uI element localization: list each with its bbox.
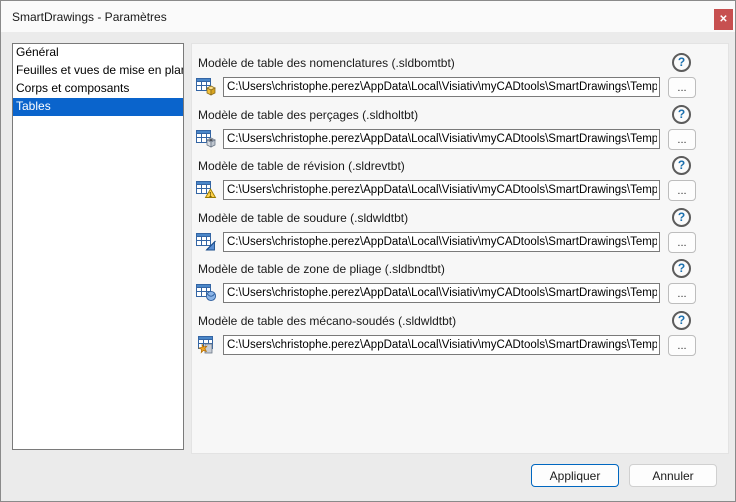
sidebar-item-corps[interactable]: Corps et composants bbox=[13, 80, 183, 98]
bom-template-path-input[interactable] bbox=[223, 77, 660, 97]
tables-settings-panel: Modèle de table des nomenclatures (.sldb… bbox=[191, 43, 729, 454]
weldment-table-icon bbox=[196, 335, 217, 354]
field-row-nomenclatures: Modèle de table des nomenclatures (.sldb… bbox=[192, 56, 728, 102]
weld-template-path-input[interactable] bbox=[223, 232, 660, 252]
cancel-button[interactable]: Annuler bbox=[629, 464, 717, 487]
apply-button[interactable]: Appliquer bbox=[531, 464, 619, 487]
browse-button[interactable]: ... bbox=[668, 77, 696, 98]
revision-table-icon: 1 bbox=[196, 180, 217, 199]
settings-dialog: SmartDrawings - Paramètres ✕ Général Feu… bbox=[0, 0, 736, 502]
help-icon[interactable]: ? bbox=[672, 208, 691, 227]
field-label: Modèle de table des mécano-soudés (.sldw… bbox=[198, 314, 456, 328]
field-label: Modèle de table des nomenclatures (.sldb… bbox=[198, 56, 455, 70]
bom-table-icon bbox=[196, 77, 217, 96]
category-list: Général Feuilles et vues de mise en plan… bbox=[12, 43, 184, 450]
sidebar-item-feuilles[interactable]: Feuilles et vues de mise en plan bbox=[13, 62, 183, 80]
browse-button[interactable]: ... bbox=[668, 283, 696, 304]
help-icon[interactable]: ? bbox=[672, 259, 691, 278]
field-label: Modèle de table de zone de pliage (.sldb… bbox=[198, 262, 445, 276]
browse-button[interactable]: ... bbox=[668, 129, 696, 150]
sidebar-item-tables[interactable]: Tables bbox=[13, 98, 183, 116]
sidebar-item-general[interactable]: Général bbox=[13, 44, 183, 62]
field-row-mecano-soudes: Modèle de table des mécano-soudés (.sldw… bbox=[192, 314, 728, 360]
field-row-pliage: Modèle de table de zone de pliage (.sldb… bbox=[192, 262, 728, 308]
revision-template-path-input[interactable] bbox=[223, 180, 660, 200]
help-icon[interactable]: ? bbox=[672, 156, 691, 175]
field-row-soudure: Modèle de table de soudure (.sldwldtbt) … bbox=[192, 211, 728, 257]
field-row-percages: Modèle de table des perçages (.sldholtbt… bbox=[192, 108, 728, 154]
field-label: Modèle de table des perçages (.sldholtbt… bbox=[198, 108, 418, 122]
hole-table-icon bbox=[196, 129, 217, 148]
browse-button[interactable]: ... bbox=[668, 180, 696, 201]
field-row-revision: Modèle de table de révision (.sldrevtbt)… bbox=[192, 159, 728, 205]
browse-button[interactable]: ... bbox=[668, 232, 696, 253]
browse-button[interactable]: ... bbox=[668, 335, 696, 356]
help-icon[interactable]: ? bbox=[672, 53, 691, 72]
window-title: SmartDrawings - Paramètres bbox=[12, 10, 167, 24]
field-label: Modèle de table de soudure (.sldwldtbt) bbox=[198, 211, 408, 225]
field-label: Modèle de table de révision (.sldrevtbt) bbox=[198, 159, 405, 173]
help-icon[interactable]: ? bbox=[672, 105, 691, 124]
svg-text:1: 1 bbox=[209, 192, 213, 199]
weldment-template-path-input[interactable] bbox=[223, 335, 660, 355]
bend-template-path-input[interactable] bbox=[223, 283, 660, 303]
bend-table-icon bbox=[196, 283, 217, 302]
close-icon[interactable]: ✕ bbox=[714, 9, 733, 30]
titlebar: SmartDrawings - Paramètres ✕ bbox=[1, 1, 735, 32]
help-icon[interactable]: ? bbox=[672, 311, 691, 330]
hole-template-path-input[interactable] bbox=[223, 129, 660, 149]
weld-table-icon bbox=[196, 232, 217, 251]
